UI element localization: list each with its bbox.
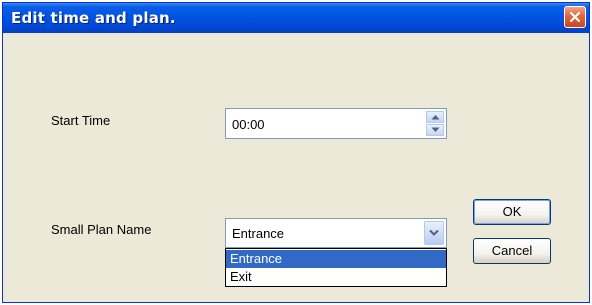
close-button[interactable]: [564, 6, 586, 28]
cancel-button[interactable]: Cancel: [473, 238, 551, 264]
dropdown-option-entrance[interactable]: Entrance: [226, 250, 446, 268]
start-time-spinbox[interactable]: 00:00: [225, 108, 447, 139]
ok-button[interactable]: OK: [473, 199, 551, 225]
plan-dropdown-list: Entrance Exit: [225, 248, 447, 287]
spin-up-button[interactable]: [426, 111, 444, 123]
close-icon: [569, 11, 581, 23]
title-bar[interactable]: Edit time and plan.: [3, 3, 589, 33]
dropdown-option-exit[interactable]: Exit: [226, 268, 446, 286]
window-title: Edit time and plan.: [11, 9, 176, 27]
dropdown-button[interactable]: [424, 221, 444, 245]
spin-down-button[interactable]: [426, 124, 444, 136]
edit-time-plan-dialog: Edit time and plan. Start Time 00:00 Sma…: [2, 2, 590, 303]
start-time-label: Start Time: [51, 113, 111, 128]
plan-name-combobox[interactable]: Entrance: [225, 218, 447, 248]
plan-name-value: Entrance: [232, 226, 285, 241]
arrow-down-icon: [431, 127, 440, 132]
start-time-value[interactable]: 00:00: [232, 117, 265, 132]
arrow-up-icon: [431, 115, 440, 120]
chevron-down-icon: [429, 229, 439, 236]
plan-name-label: Small Plan Name: [51, 222, 152, 237]
spin-buttons: [426, 111, 444, 136]
